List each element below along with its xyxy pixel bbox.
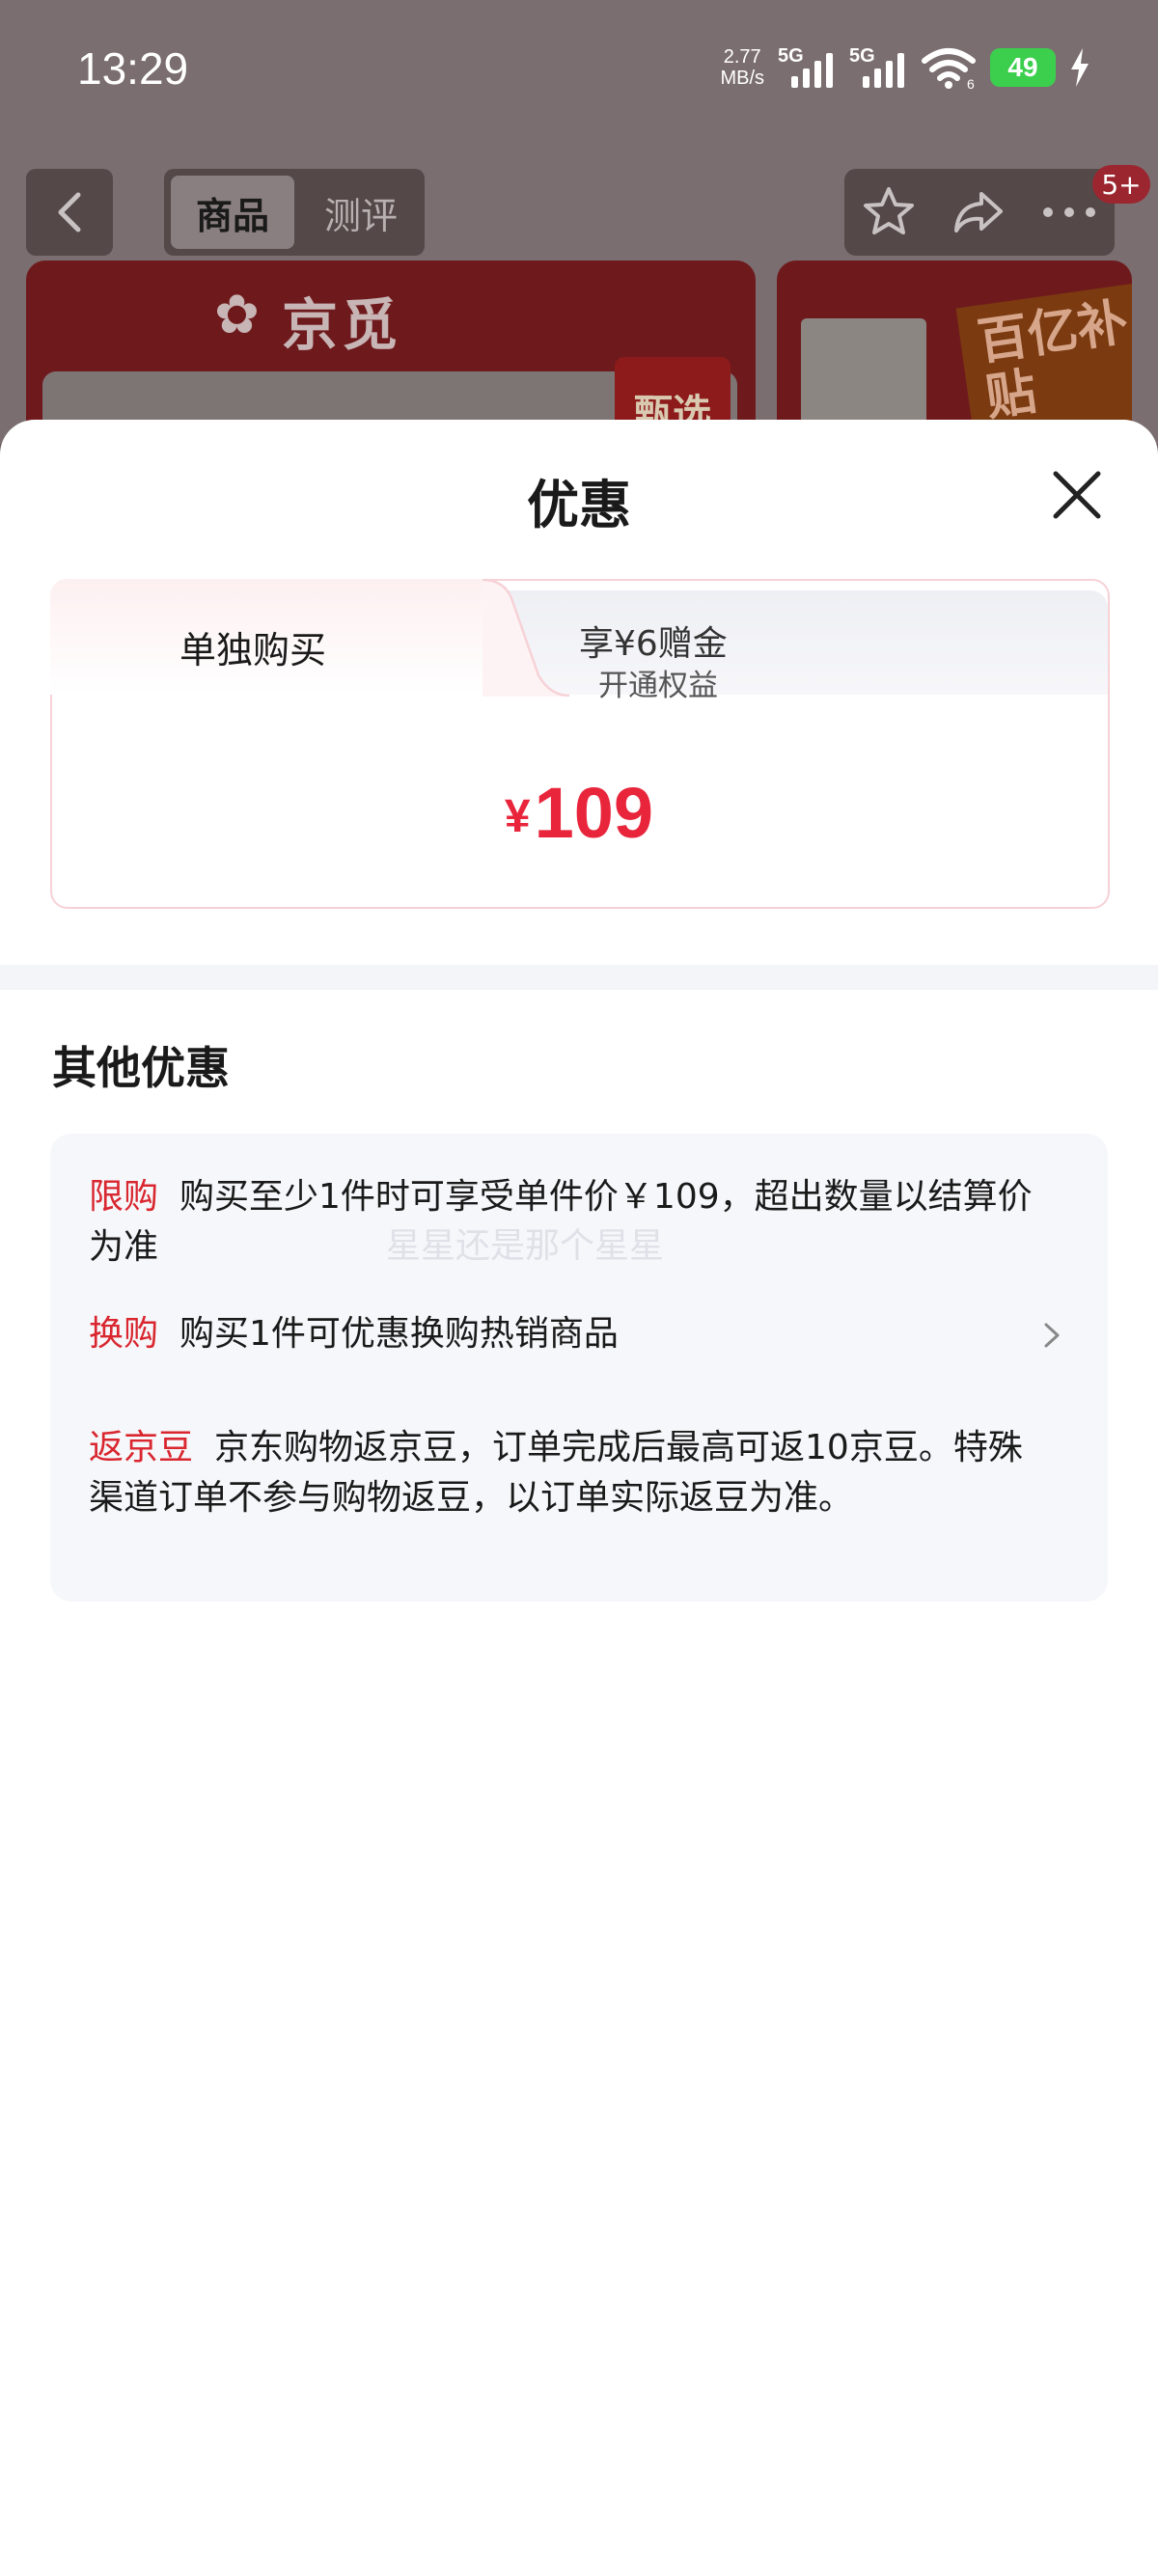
product-tabs: 商品 测评: [164, 169, 425, 256]
back-arrow-icon: [58, 192, 81, 233]
tab-product[interactable]: 商品: [171, 176, 294, 249]
price-amount: 109: [534, 773, 654, 853]
price-card: 单独购买 享¥6赠金 开通权益 ¥109: [50, 579, 1110, 909]
status-time: 13:29: [77, 43, 189, 94]
brand-mark-icon: ✿: [214, 284, 263, 346]
sheet-title: 优惠: [527, 475, 631, 535]
wifi-icon: 6: [922, 48, 976, 90]
status-indicators: 2.77 MB/s 5G 5G 6 49: [720, 41, 1090, 95]
price-display: ¥109: [50, 772, 1108, 854]
brand-logo: ✿ 京觅: [214, 280, 402, 361]
promo-tag: 返京豆: [89, 1428, 194, 1467]
battery-icon: 49: [990, 48, 1056, 87]
brand-name: 京觅: [282, 292, 402, 358]
product-navbar: 商品 测评 5+: [0, 165, 1158, 260]
tab-review[interactable]: 测评: [304, 176, 418, 249]
price-currency: ¥: [504, 791, 531, 842]
wifi-sub-label: 6: [967, 76, 975, 90]
share-icon[interactable]: [951, 184, 1006, 240]
charging-bolt-icon: [1071, 48, 1089, 87]
promo-text: 购买1件可优惠换购热销商品: [179, 1314, 619, 1354]
section-divider: [0, 965, 1158, 990]
promo-jingdou: 返京豆 京东购物返京豆，订单完成后最高可返10京豆。特殊渠道订单不参与购物返豆，以…: [89, 1423, 1054, 1523]
tab-member-title: 享¥6赠金: [579, 624, 728, 664]
network-speed: 2.77 MB/s: [720, 46, 764, 89]
network-speed-unit: MB/s: [720, 68, 764, 89]
signal-icon: 5G: [778, 45, 836, 90]
background-page: 13:29 2.77 MB/s 5G 5G 6 49 商品 测评 5+ ✿ 京觅…: [0, 0, 1158, 453]
watermark-text: 星星还是那个星星: [386, 1226, 665, 1266]
more-icon[interactable]: [1040, 203, 1098, 222]
toolbar-actions: [844, 169, 1115, 256]
chevron-right-icon: [1044, 1323, 1060, 1348]
promo-exchange[interactable]: 换购 购买1件可优惠换购热销商品: [89, 1309, 1060, 1359]
back-button[interactable]: [26, 169, 113, 256]
network-speed-value: 2.77: [723, 46, 761, 68]
star-icon[interactable]: [861, 184, 917, 240]
promo-text: 京东购物返京豆，订单完成后最高可返10京豆。特殊渠道订单不参与购物返豆，以订单实…: [89, 1428, 1023, 1518]
tab-member-subtitle: 开通权益: [598, 669, 718, 703]
tab-slant-divider: [482, 579, 569, 697]
status-bar: 13:29 2.77 MB/s 5G 5G 6 49: [0, 0, 1158, 145]
tab-single-purchase[interactable]: 单独购买: [50, 579, 455, 714]
close-icon[interactable]: [1050, 468, 1104, 522]
signal-icon: 5G: [849, 45, 907, 90]
battery-level: 49: [1007, 52, 1038, 82]
promo-tag: 换购: [89, 1314, 159, 1354]
message-badge: 5+: [1092, 165, 1150, 204]
discount-sheet: 优惠 单独购买 享¥6赠金 开通权益 ¥109 其他优惠 限购 购买至少1件时可享…: [0, 420, 1158, 2576]
other-discounts-list: 限购 购买至少1件时可享受单件价￥109，超出数量以结算价为准 换购 购买1件可优惠…: [50, 1134, 1108, 1602]
other-discounts-title: 其他优惠: [52, 1042, 230, 1094]
promo-tag: 限购: [89, 1177, 159, 1217]
